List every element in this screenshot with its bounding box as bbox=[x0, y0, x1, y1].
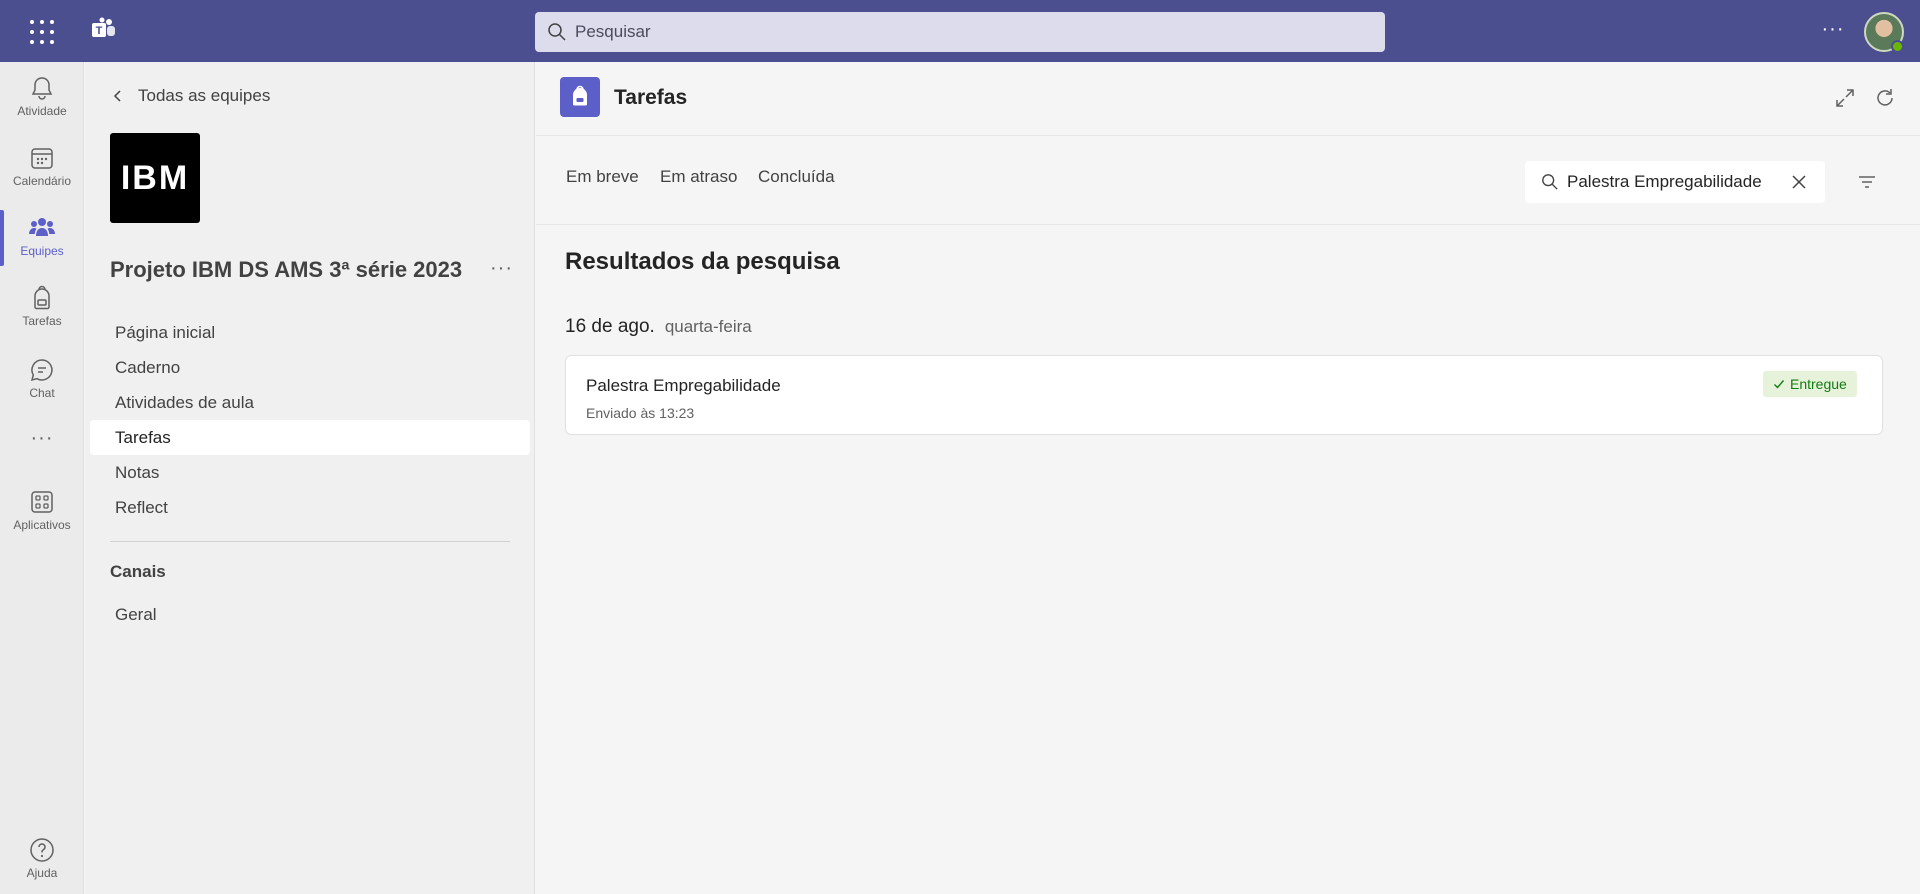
team-logo: IBM bbox=[110, 133, 200, 223]
app-header: Tarefas bbox=[536, 62, 1920, 136]
main-content: Tarefas Em breve Em atraso Concluída Res… bbox=[536, 62, 1920, 894]
chevron-left-icon bbox=[113, 90, 121, 102]
apps-icon bbox=[31, 491, 53, 513]
teams-icon bbox=[29, 218, 55, 236]
presence-badge bbox=[1891, 40, 1904, 53]
tab-completed[interactable]: Concluída bbox=[758, 167, 835, 187]
nav-item-class-activities[interactable]: Atividades de aula bbox=[90, 385, 530, 420]
more-options-icon[interactable]: ··· bbox=[1820, 18, 1846, 44]
filter-icon[interactable] bbox=[1855, 170, 1879, 194]
nav-item-grades[interactable]: Notas bbox=[90, 455, 530, 490]
rail-item-teams[interactable]: Equipes bbox=[0, 206, 84, 270]
team-panel: Todas as equipes IBM Projeto IBM DS AMS … bbox=[85, 62, 535, 894]
rail-item-calendar[interactable]: Calendário bbox=[0, 136, 84, 200]
search-icon bbox=[548, 23, 566, 41]
team-more-icon[interactable]: ··· bbox=[490, 257, 513, 280]
date-group-header: 16 de ago. quarta-feira bbox=[565, 316, 752, 338]
help-icon bbox=[30, 838, 54, 862]
channel-general[interactable]: Geral bbox=[115, 605, 157, 625]
assignment-title: Palestra Empregabilidade bbox=[586, 376, 781, 395]
group-weekday: quarta-feira bbox=[664, 317, 752, 336]
assignment-search[interactable] bbox=[1525, 161, 1825, 203]
rail-item-assignments[interactable]: Tarefas bbox=[0, 276, 84, 340]
close-icon[interactable] bbox=[1790, 173, 1808, 191]
team-name: Projeto IBM DS AMS 3ª série 2023 bbox=[110, 257, 463, 282]
checkmark-icon bbox=[1774, 380, 1785, 389]
global-search[interactable] bbox=[535, 12, 1385, 52]
assignment-search-input[interactable] bbox=[1567, 172, 1767, 192]
page-title: Tarefas bbox=[614, 86, 688, 109]
svg-text:T: T bbox=[96, 25, 103, 37]
teams-logo-icon: T bbox=[92, 17, 115, 37]
rail-item-apps[interactable]: Aplicativos bbox=[0, 480, 84, 544]
rail-label: Aplicativos bbox=[13, 518, 71, 532]
rail-label: Tarefas bbox=[22, 314, 62, 328]
rail-label: Calendário bbox=[12, 174, 72, 188]
tab-upcoming[interactable]: Em breve bbox=[566, 167, 639, 187]
rail-label: Atividade bbox=[17, 104, 67, 118]
team-logo-text: IBM bbox=[120, 158, 190, 197]
tab-past-due[interactable]: Em atraso bbox=[660, 167, 737, 187]
rail-item-chat[interactable]: Chat bbox=[0, 348, 84, 412]
refresh-icon[interactable] bbox=[1873, 86, 1897, 110]
rail-label: Equipes bbox=[20, 244, 64, 258]
nav-item-home[interactable]: Página inicial bbox=[90, 315, 530, 350]
nav-item-assignments[interactable]: Tarefas bbox=[90, 420, 530, 455]
assignment-card[interactable]: Palestra Empregabilidade Enviado às 13:2… bbox=[565, 355, 1883, 435]
results-heading: Resultados da pesquisa bbox=[565, 248, 840, 275]
channels-heading: Canais bbox=[110, 562, 166, 581]
assignment-submitted-time: Enviado às 13:23 bbox=[586, 405, 695, 421]
chat-icon bbox=[30, 359, 53, 382]
bell-icon bbox=[31, 77, 53, 100]
rail-more-icon[interactable]: ··· bbox=[0, 428, 84, 458]
calendar-icon bbox=[31, 148, 53, 169]
global-search-input[interactable] bbox=[575, 22, 1275, 42]
help-button[interactable]: Ajuda bbox=[0, 836, 84, 880]
top-bar: T ··· bbox=[0, 0, 1920, 62]
rail-label: Chat bbox=[29, 386, 55, 400]
group-date: 16 de ago. bbox=[565, 316, 655, 337]
help-label: Ajuda bbox=[26, 866, 58, 880]
search-icon bbox=[1542, 174, 1558, 190]
backpack-icon bbox=[34, 285, 50, 310]
back-to-teams-link[interactable]: Todas as equipes bbox=[110, 86, 270, 106]
backpack-icon bbox=[573, 85, 587, 106]
back-label: Todas as equipes bbox=[138, 86, 271, 105]
rail-item-activity[interactable]: Atividade bbox=[0, 66, 84, 130]
app-rail: Atividade Calendário Equipes Tarefas Cha… bbox=[0, 62, 84, 894]
status-badge: Entregue bbox=[1763, 371, 1857, 397]
app-launcher-icon[interactable] bbox=[28, 18, 56, 46]
assignments-app-icon bbox=[560, 77, 600, 117]
expand-icon[interactable] bbox=[1833, 86, 1857, 110]
nav-item-reflect[interactable]: Reflect bbox=[90, 490, 530, 525]
status-label: Entregue bbox=[1790, 376, 1847, 392]
team-nav: Página inicial Caderno Atividades de aul… bbox=[90, 315, 530, 525]
assignment-tabs: Em breve Em atraso Concluída bbox=[536, 137, 1920, 225]
nav-item-notebook[interactable]: Caderno bbox=[90, 350, 530, 385]
divider bbox=[110, 541, 510, 542]
